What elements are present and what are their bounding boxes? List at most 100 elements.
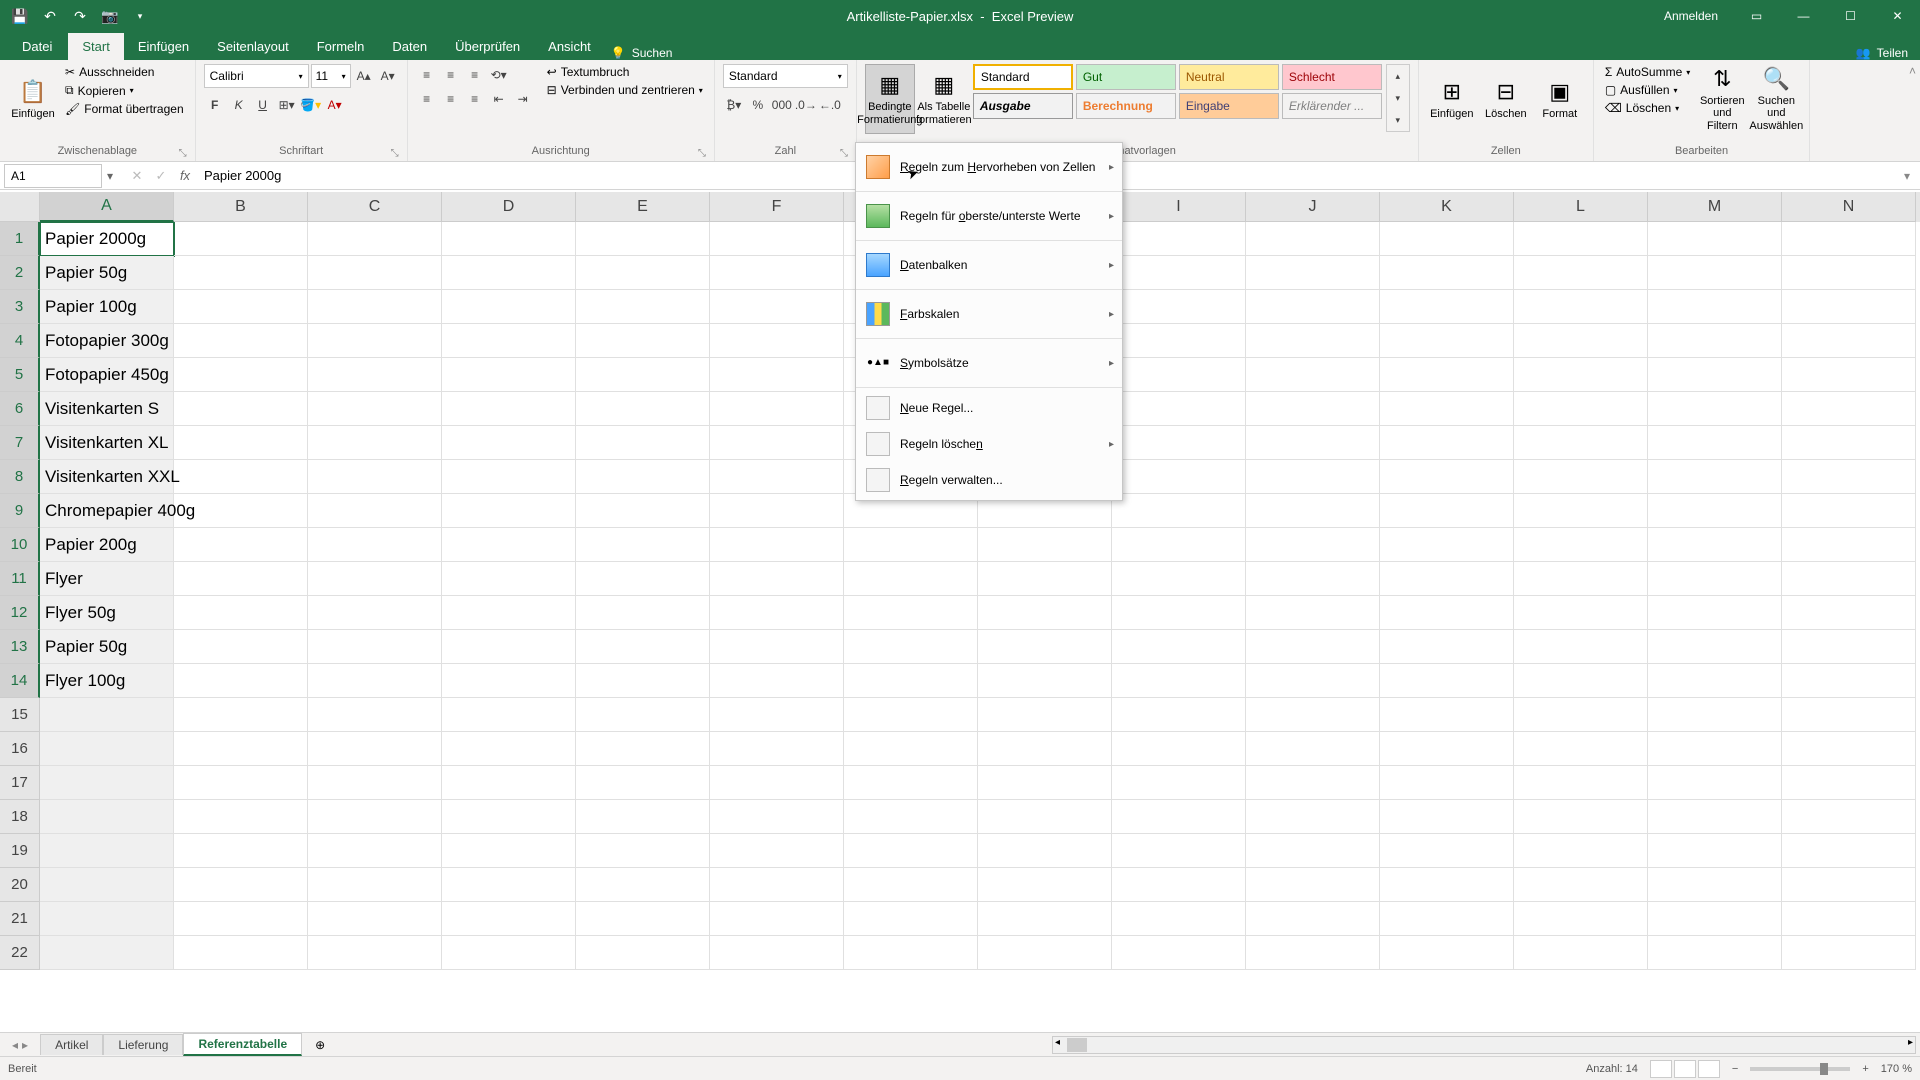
minimize-icon[interactable]: —	[1781, 0, 1826, 32]
cell[interactable]	[1112, 902, 1246, 936]
close-icon[interactable]: ✕	[1875, 0, 1920, 32]
cell[interactable]	[442, 222, 576, 256]
cell[interactable]	[710, 800, 844, 834]
cell[interactable]	[576, 698, 710, 732]
menu-icon-sets[interactable]: ●▲■ Symbolsätze ▸	[856, 341, 1122, 385]
cell[interactable]	[442, 630, 576, 664]
cell[interactable]	[576, 732, 710, 766]
style-neutral[interactable]: Neutral	[1179, 64, 1279, 90]
cell[interactable]	[1514, 936, 1648, 970]
cell[interactable]	[1514, 698, 1648, 732]
cell[interactable]	[576, 936, 710, 970]
autosum-button[interactable]: ΣAutoSumme▾	[1602, 64, 1693, 80]
bold-button[interactable]: F	[204, 94, 226, 116]
cell[interactable]: Chromepapier 400g	[40, 494, 174, 528]
fx-icon[interactable]: fx	[174, 168, 196, 183]
row-header[interactable]: 11	[0, 562, 40, 596]
cell[interactable]	[1246, 630, 1380, 664]
cell[interactable]	[442, 936, 576, 970]
zoom-level[interactable]: 170 %	[1881, 1063, 1912, 1075]
cell[interactable]	[308, 630, 442, 664]
cell[interactable]	[174, 834, 308, 868]
cell[interactable]	[308, 596, 442, 630]
grow-font-icon[interactable]: A▴	[353, 65, 375, 87]
inc-decimal-icon[interactable]: .0→	[795, 94, 817, 116]
cell[interactable]	[1112, 596, 1246, 630]
border-button[interactable]: ⊞▾	[276, 94, 298, 116]
tab-ueberpruefen[interactable]: Überprüfen	[441, 33, 534, 60]
cell[interactable]	[1514, 834, 1648, 868]
select-all-corner[interactable]	[0, 192, 40, 222]
cell[interactable]	[576, 562, 710, 596]
cell[interactable]	[442, 290, 576, 324]
cell[interactable]	[576, 222, 710, 256]
tab-daten[interactable]: Daten	[378, 33, 441, 60]
row-header[interactable]: 15	[0, 698, 40, 732]
cell[interactable]	[1648, 766, 1782, 800]
cell[interactable]	[1112, 800, 1246, 834]
cell[interactable]	[442, 766, 576, 800]
cell[interactable]	[576, 664, 710, 698]
cell[interactable]	[1514, 290, 1648, 324]
row-header[interactable]: 18	[0, 800, 40, 834]
cell[interactable]	[978, 834, 1112, 868]
cell[interactable]	[1112, 256, 1246, 290]
cell[interactable]	[844, 800, 978, 834]
cell[interactable]	[1514, 392, 1648, 426]
column-header-E[interactable]: E	[576, 192, 710, 222]
signin-button[interactable]: Anmelden	[1650, 9, 1732, 23]
cell[interactable]	[576, 290, 710, 324]
column-header-C[interactable]: C	[308, 192, 442, 222]
view-page-break-icon[interactable]	[1698, 1060, 1720, 1078]
cell[interactable]	[1782, 664, 1916, 698]
cell[interactable]	[1514, 664, 1648, 698]
cell[interactable]	[1514, 426, 1648, 460]
cell[interactable]	[308, 426, 442, 460]
cell[interactable]	[1782, 460, 1916, 494]
cell[interactable]	[1514, 358, 1648, 392]
column-header-N[interactable]: N	[1782, 192, 1916, 222]
cell[interactable]	[442, 324, 576, 358]
row-header[interactable]: 9	[0, 494, 40, 528]
cell[interactable]	[576, 596, 710, 630]
row-header[interactable]: 22	[0, 936, 40, 970]
cut-button[interactable]: ✂Ausschneiden	[62, 64, 187, 80]
cell[interactable]	[1514, 460, 1648, 494]
cell[interactable]	[710, 256, 844, 290]
cell[interactable]	[442, 868, 576, 902]
cell[interactable]	[576, 868, 710, 902]
tab-formeln[interactable]: Formeln	[303, 33, 379, 60]
cell[interactable]	[1380, 596, 1514, 630]
cell[interactable]	[1782, 834, 1916, 868]
cell[interactable]: Papier 100g	[40, 290, 174, 324]
cell[interactable]	[978, 562, 1112, 596]
cell[interactable]	[710, 358, 844, 392]
cell[interactable]	[978, 698, 1112, 732]
row-header[interactable]: 19	[0, 834, 40, 868]
column-header-L[interactable]: L	[1514, 192, 1648, 222]
merge-center-button[interactable]: ⊟Verbinden und zentrieren▾	[544, 82, 706, 98]
cell[interactable]	[1648, 868, 1782, 902]
cell[interactable]	[978, 868, 1112, 902]
dec-decimal-icon[interactable]: ←.0	[819, 94, 841, 116]
cell[interactable]	[1246, 460, 1380, 494]
cell[interactable]	[1380, 766, 1514, 800]
cell[interactable]	[710, 698, 844, 732]
cell[interactable]	[576, 528, 710, 562]
cell[interactable]	[978, 800, 1112, 834]
menu-clear-rules[interactable]: Regeln löschen ▸	[856, 426, 1122, 462]
cell[interactable]	[1112, 460, 1246, 494]
comma-icon[interactable]: 000	[771, 94, 793, 116]
indent-dec-icon[interactable]: ⇤	[488, 88, 510, 110]
cell[interactable]	[1514, 630, 1648, 664]
zoom-out-icon[interactable]: −	[1732, 1063, 1738, 1075]
row-header[interactable]: 10	[0, 528, 40, 562]
column-header-M[interactable]: M	[1648, 192, 1782, 222]
currency-icon[interactable]: ₿▾	[723, 94, 745, 116]
cell[interactable]	[710, 562, 844, 596]
name-box[interactable]: A1	[4, 164, 102, 188]
cell[interactable]	[1648, 902, 1782, 936]
row-header[interactable]: 5	[0, 358, 40, 392]
cell[interactable]	[40, 834, 174, 868]
cell[interactable]	[308, 528, 442, 562]
